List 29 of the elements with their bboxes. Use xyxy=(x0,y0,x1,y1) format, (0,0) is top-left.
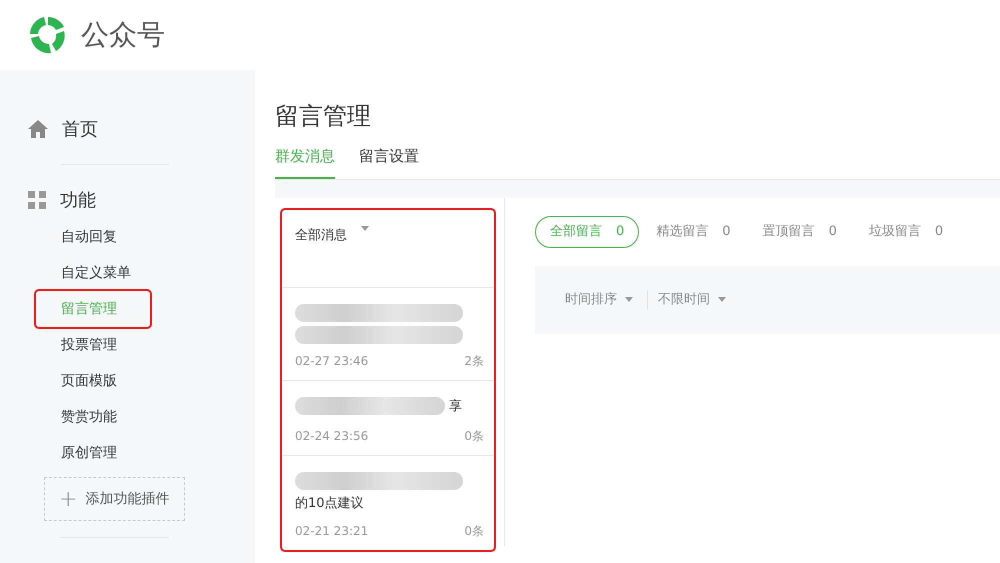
sidebar-item[interactable]: 自定义菜单 xyxy=(36,255,150,291)
grid-icon xyxy=(28,191,46,209)
sidebar-section-link[interactable]: 首页 xyxy=(62,116,98,142)
comment-count: 0条 xyxy=(464,522,484,540)
page-title: 留言管理 xyxy=(275,102,372,131)
sidebar-section-link[interactable]: 功能 xyxy=(60,186,96,214)
sidebar-item[interactable]: 赞赏功能 xyxy=(36,399,150,435)
add-plugin-button[interactable]: + 添加功能插件 xyxy=(44,477,185,521)
caret-icon xyxy=(625,297,633,302)
message-title: 的10点建议 xyxy=(295,495,365,514)
message-filter-dropdown[interactable]: 全部消息 xyxy=(282,210,369,288)
sidebar-item[interactable]: 自动回复 xyxy=(36,219,150,255)
caret-icon xyxy=(361,226,369,232)
sidebar-item[interactable]: 投票管理 xyxy=(36,327,150,363)
caret-icon xyxy=(718,297,726,302)
comment-filter-tab[interactable]: 置顶留言 0 xyxy=(748,216,852,248)
sidebar-item[interactable]: 页面模版 xyxy=(36,363,150,399)
app-title: 公众号 xyxy=(81,17,165,53)
comment-count: 2条 xyxy=(464,353,484,370)
message-time: 02-27 23:46 xyxy=(295,353,368,370)
message-title: 享 xyxy=(449,398,462,416)
sidebar-item[interactable]: 原创管理 xyxy=(36,435,150,471)
home-icon xyxy=(28,120,48,138)
message-time: 02-21 23:21 xyxy=(295,522,368,540)
comment-filter-tab[interactable]: 垃圾留言 0 xyxy=(854,216,958,248)
comment-count: 0条 xyxy=(464,428,484,446)
comment-filter-tab[interactable]: 精选留言 0 xyxy=(641,216,746,248)
tab[interactable]: 留言设置 xyxy=(359,144,419,180)
message-time: 02-24 23:56 xyxy=(295,428,368,446)
